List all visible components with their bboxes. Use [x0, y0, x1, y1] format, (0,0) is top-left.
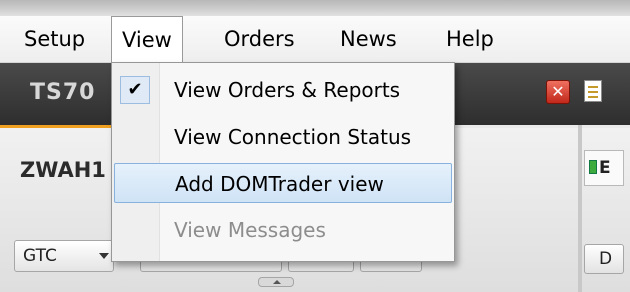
status-indicator-icon [589, 160, 597, 174]
check-icon: ✔ [120, 76, 150, 104]
right-panel-button[interactable]: D [584, 244, 624, 274]
window-title-strip [0, 0, 630, 16]
menu-view[interactable]: View [111, 16, 183, 63]
right-panel-tab[interactable]: E [584, 150, 624, 186]
panel-splitter-handle[interactable] [258, 277, 294, 287]
right-panel-tab-label: E [599, 158, 611, 178]
menu-item-view-messages: View Messages [114, 210, 452, 250]
window-tab-title[interactable]: TS70 [30, 80, 95, 105]
menu-item-label: Add DOMTrader view [175, 172, 384, 196]
menu-item-view-connection-status[interactable]: View Connection Status [114, 117, 452, 157]
panel-divider[interactable] [578, 125, 582, 292]
close-icon[interactable]: ✕ [546, 80, 570, 104]
menu-item-label: View Connection Status [174, 125, 412, 149]
menu-item-view-orders-reports[interactable]: ✔ View Orders & Reports [114, 70, 452, 110]
menu-help[interactable]: Help [446, 16, 494, 62]
menu-item-add-domtrader-view[interactable]: Add DOMTrader view [114, 163, 452, 203]
chevron-down-icon[interactable] [99, 253, 109, 259]
menu-orders[interactable]: Orders [224, 16, 295, 62]
menu-item-label: View Orders & Reports [174, 78, 401, 102]
view-menu-dropdown: ✔ View Orders & Reports View Connection … [111, 62, 455, 262]
menu-bar: Setup View Orders News Help [0, 16, 630, 63]
trading-app-window: Setup View Orders News Help TS70 ✕ ZWAH1… [0, 0, 630, 292]
menu-item-label: View Messages [174, 218, 326, 242]
menu-news[interactable]: News [340, 16, 397, 62]
symbol-label: ZWAH1 [20, 158, 106, 182]
menu-setup[interactable]: Setup [24, 16, 85, 62]
note-icon[interactable] [584, 80, 602, 102]
